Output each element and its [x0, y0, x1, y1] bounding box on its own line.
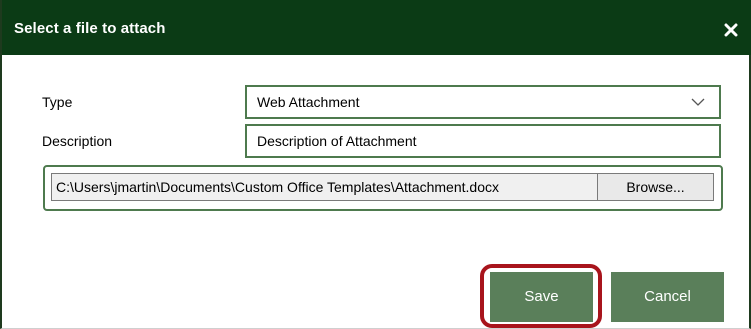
file-path-field[interactable]: C:\Users\jmartin\Documents\Custom Office… [51, 173, 637, 201]
chevron-down-icon [691, 98, 705, 106]
dialog-title: Select a file to attach [14, 20, 166, 37]
file-path-value: C:\Users\jmartin\Documents\Custom Office… [56, 179, 499, 195]
type-label: Type [42, 94, 73, 110]
description-label: Description [42, 133, 113, 149]
close-button[interactable] [719, 18, 743, 42]
file-picker: C:\Users\jmartin\Documents\Custom Office… [43, 165, 723, 211]
save-button[interactable]: Save [490, 272, 593, 322]
close-icon [724, 23, 738, 37]
type-select-value: Web Attachment [257, 94, 360, 110]
description-input-value: Description of Attachment [257, 133, 417, 149]
type-select[interactable]: Web Attachment [245, 85, 721, 119]
description-input[interactable]: Description of Attachment [245, 124, 721, 158]
attach-file-dialog: Select a file to attach Type Web Attachm… [0, 0, 751, 329]
browse-button[interactable]: Browse... [597, 173, 714, 201]
dialog-titlebar: Select a file to attach [2, 0, 751, 55]
cancel-button[interactable]: Cancel [611, 272, 724, 322]
